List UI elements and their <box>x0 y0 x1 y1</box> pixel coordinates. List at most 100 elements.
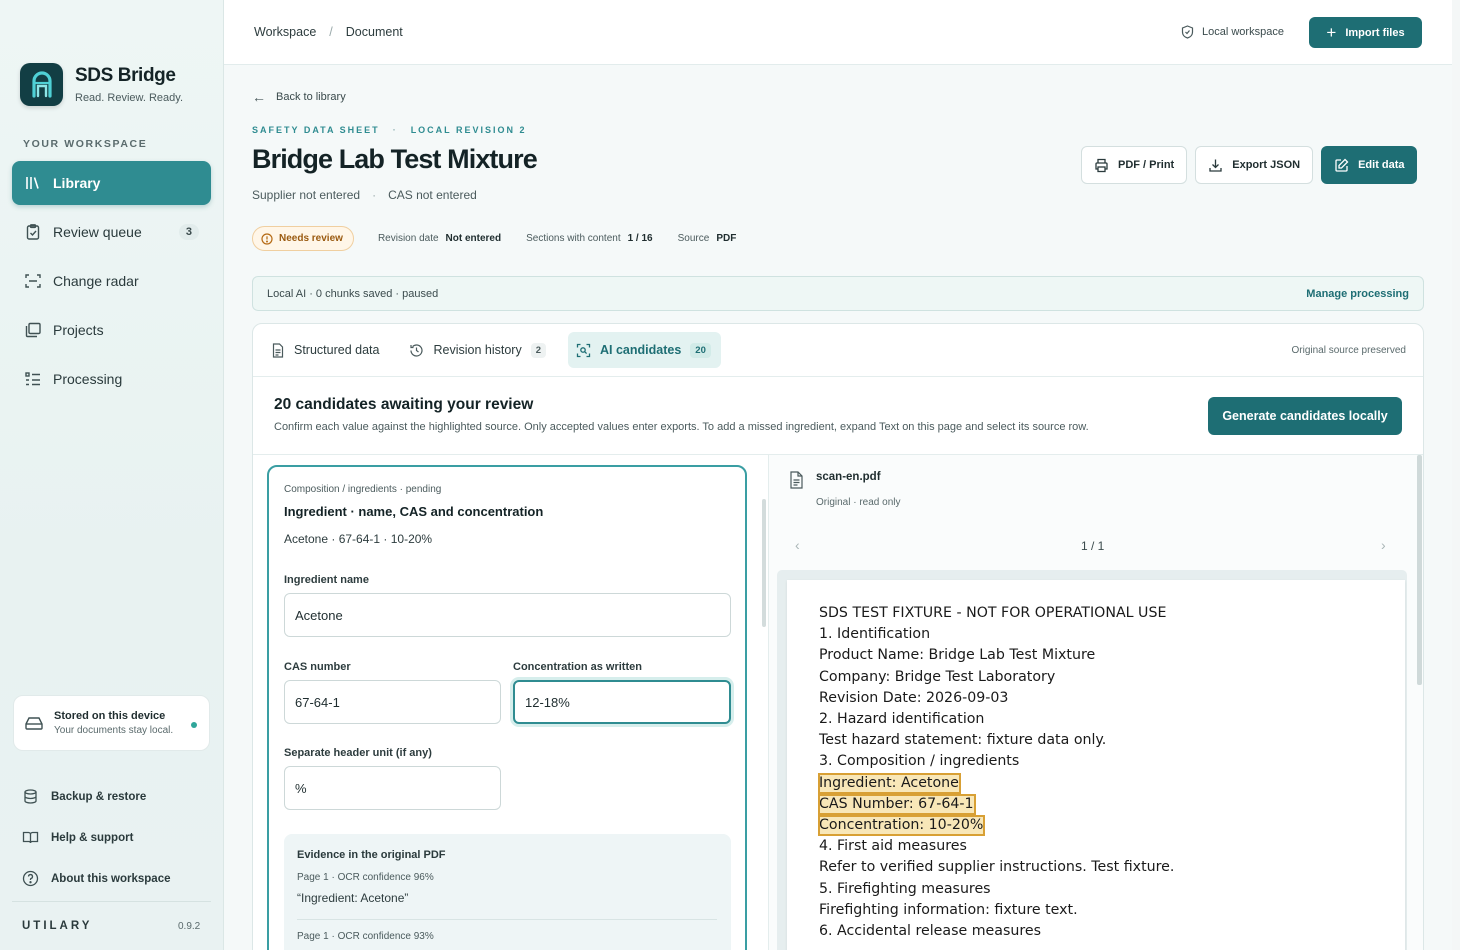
pdf-highlighted-line[interactable]: CAS Number: 67-64-1 <box>818 793 976 815</box>
list-icon <box>24 370 42 388</box>
generate-candidates-button[interactable]: Generate candidates locally <box>1208 397 1402 435</box>
concentration-field[interactable]: 12-18% <box>513 680 731 724</box>
file-icon <box>790 471 803 489</box>
storage-status-card: Stored on this device Your documents sta… <box>13 695 210 751</box>
pdf-text-line: 2. Hazard identification <box>819 711 985 728</box>
brand[interactable]: SDS Bridge Read. Review. Ready. <box>20 63 183 106</box>
help-support-link[interactable]: Help & support <box>22 817 171 858</box>
sidebar-item-library[interactable]: Library <box>12 161 211 205</box>
about-workspace-link[interactable]: About this workspace <box>22 858 171 899</box>
manage-processing-link[interactable]: Manage processing <box>1306 288 1409 300</box>
storage-subtitle: Your documents stay local. <box>54 725 174 736</box>
pdf-highlighted-line[interactable]: Ingredient: Acetone <box>818 772 961 794</box>
sidebar-item-label: Library <box>53 175 101 191</box>
folders-icon <box>24 321 42 339</box>
page-scrollbar[interactable] <box>1452 0 1460 950</box>
source-preserved-note: Original source preserved <box>1291 345 1407 356</box>
edit-data-button[interactable]: Edit data <box>1321 146 1417 184</box>
candidates-scrollbar[interactable] <box>762 499 766 627</box>
ingredient-name-field[interactable]: Acetone <box>284 593 731 637</box>
evidence-title: Evidence in the original PDF <box>297 849 446 861</box>
pdf-highlighted-line[interactable]: Concentration: 10-20% <box>817 815 986 836</box>
tab-structured-data[interactable]: Structured data <box>263 332 389 368</box>
tab-revision-history[interactable]: Revision history 2 <box>401 332 556 368</box>
pdf-text-line: Revision Date: 2026-09-03 <box>819 689 1009 706</box>
candidate-card[interactable]: Composition / ingredients · pending Ingr… <box>267 465 747 950</box>
backup-restore-link[interactable]: Backup & restore <box>22 776 171 817</box>
evidence-meta: Page 1 · OCR confidence 96% <box>297 872 434 883</box>
ai-status-bar: Local AI · 0 chunks saved · paused Manag… <box>252 276 1424 311</box>
import-label: Import files <box>1345 26 1405 39</box>
sidebar: SDS Bridge Read. Review. Ready. YOUR WOR… <box>0 0 224 950</box>
revision-label: LOCAL REVISION 2 <box>410 125 527 135</box>
app-tagline: Read. Review. Ready. <box>75 92 184 104</box>
eyebrow-separator: · <box>392 125 398 135</box>
help-circle-icon <box>22 870 39 887</box>
edit-icon <box>1335 158 1349 172</box>
pdf-text-line: Company: Bridge Test Laboratory <box>819 668 1056 685</box>
sidebar-item-change-radar[interactable]: Change radar <box>12 259 211 303</box>
pdf-text-line: 5. Firefighting measures <box>819 880 991 897</box>
cas-value: CAS not entered <box>388 188 477 202</box>
review-header: 20 candidates awaiting your review Confi… <box>253 377 1423 455</box>
tab-ai-candidates[interactable]: AI candidates 20 <box>568 332 721 368</box>
pdf-text-line: 6. Accidental release measures <box>819 923 1041 939</box>
tab-label: AI candidates <box>600 343 682 357</box>
drive-icon <box>25 717 43 730</box>
import-files-button[interactable]: + Import files <box>1309 17 1422 48</box>
chevron-right-icon[interactable]: › <box>1381 537 1386 553</box>
pdf-text-line: Test hazard statement: fixture data only… <box>819 732 1107 749</box>
evidence-quote[interactable]: “Ingredient: Acetone” <box>297 891 408 905</box>
meta-label: Sections with content <box>526 233 621 244</box>
field-value: % <box>295 780 307 796</box>
printer-icon <box>1095 158 1108 172</box>
tab-label: Structured data <box>294 343 380 357</box>
ai-status-text: Local AI · 0 chunks saved · paused <box>267 287 439 300</box>
review-title: 20 candidates awaiting your review <box>274 396 534 413</box>
evidence-divider <box>297 919 717 920</box>
workspace-heading: YOUR WORKSPACE <box>23 138 148 150</box>
review-instructions: Confirm each value against the highlight… <box>274 421 1089 433</box>
evidence-meta: Page 1 · OCR confidence 93% <box>297 931 434 942</box>
candidate-summary: Acetone · 67-64-1 · 10-20% <box>284 532 433 546</box>
pdf-print-button[interactable]: PDF / Print <box>1081 146 1188 184</box>
sidebar-item-review-queue[interactable]: Review queue 3 <box>12 210 211 254</box>
viewer-scrollbar[interactable] <box>1417 455 1422 685</box>
document-panel: Structured data Revision history 2 AI ca… <box>252 323 1424 950</box>
pdf-text-line: SDS TEST FIXTURE - NOT FOR OPERATIONAL U… <box>819 605 1167 621</box>
library-icon <box>24 174 42 192</box>
app-name: SDS Bridge <box>75 65 176 86</box>
document-eyebrow: SAFETY DATA SHEET · LOCAL REVISION 2 <box>252 125 527 135</box>
status-badge: Needs review <box>252 226 354 251</box>
tab-bar: Structured data Revision history 2 AI ca… <box>253 324 1423 377</box>
workspace-status-label: Local workspace <box>1202 26 1284 38</box>
breadcrumb: Workspace / Document <box>254 25 403 39</box>
pdf-text-line: Firefighting information: fixture text. <box>819 901 1078 918</box>
print-label: PDF / Print <box>1118 159 1175 171</box>
meta-label: Source <box>677 233 710 244</box>
scan-icon <box>24 272 42 290</box>
tab-count-badge: 2 <box>530 342 546 358</box>
sidebar-item-projects[interactable]: Projects <box>12 308 211 352</box>
field-value: Acetone <box>295 607 343 623</box>
back-to-library-link[interactable]: ← Back to library <box>252 89 346 105</box>
document-actions: PDF / Print Export JSON Edit data <box>1081 146 1417 184</box>
header-unit-field[interactable]: % <box>284 766 501 810</box>
sidebar-item-processing[interactable]: Processing <box>12 357 211 401</box>
arrow-left-icon: ← <box>252 89 266 105</box>
breadcrumb-workspace[interactable]: Workspace <box>254 25 316 39</box>
pdf-stage: SDS TEST FIXTURE - NOT FOR OPERATIONAL U… <box>777 570 1407 950</box>
cas-number-field[interactable]: 67-64-1 <box>284 680 501 724</box>
pdf-text-line: Product Name: Bridge Lab Test Mixture <box>819 647 1096 664</box>
export-json-button[interactable]: Export JSON <box>1195 146 1314 184</box>
sidebar-item-label: Processing <box>53 371 123 387</box>
cas-number-label: CAS number <box>284 661 351 673</box>
scan-search-icon <box>576 343 591 357</box>
field-value: 12-18% <box>525 694 570 710</box>
local-workspace-status: Local workspace <box>1181 25 1284 39</box>
subline-separator: · <box>372 188 377 202</box>
chevron-left-icon[interactable]: ‹ <box>795 537 800 553</box>
meta-label: Revision date <box>377 233 439 244</box>
document-icon <box>272 342 284 358</box>
sidebar-item-label: Review queue <box>53 224 142 240</box>
